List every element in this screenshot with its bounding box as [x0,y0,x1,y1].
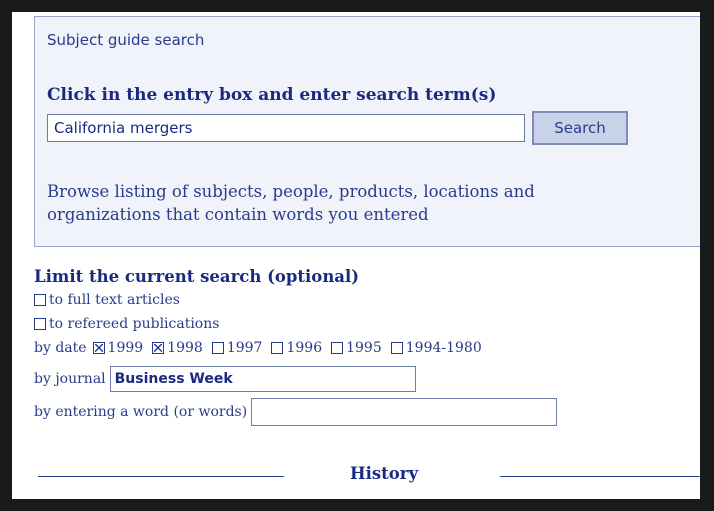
subject-guide-panel: Subject guide search Click in the entry … [34,16,700,247]
page-content: Subject guide search Click in the entry … [12,12,700,499]
browse-line-2: organizations that contain words you ent… [47,205,429,224]
date-checkbox-1996[interactable] [271,342,284,354]
words-input[interactable] [251,398,558,426]
history-heading: History [350,464,419,483]
refereed-option[interactable]: to refereed publications [34,316,219,332]
date-option-1995[interactable]: 1995 [331,340,382,356]
journal-filter-label: by journal [34,371,106,387]
words-filter-row: by entering a word (or words) [34,398,558,426]
history-divider-right [500,476,700,477]
words-filter-label: by entering a word (or words) [34,404,248,420]
date-filter-row: by date 1999 1998 1997 1996 1995 1994-19… [34,340,491,356]
date-option-1998[interactable]: 1998 [152,340,203,356]
date-option-1997[interactable]: 1997 [211,340,263,356]
date-checkbox-1998[interactable] [152,342,165,354]
date-option-1996[interactable]: 1996 [271,340,322,356]
limit-search-heading: Limit the current search (optional) [34,267,360,286]
date-option-1994-1980[interactable]: 1994-1980 [390,340,482,356]
date-checkbox-1997[interactable] [211,342,224,354]
history-divider-left [38,476,284,477]
search-input[interactable] [47,114,525,142]
date-label-1997: 1997 [226,340,263,356]
date-checkbox-1999[interactable] [92,342,105,354]
search-prompt: Click in the entry box and enter search … [47,85,497,105]
browse-line-1: Browse listing of subjects, people, prod… [47,182,535,201]
date-label-1994-1980: 1994-1980 [405,340,482,356]
panel-title: Subject guide search [47,31,205,49]
refereed-checkbox[interactable] [34,318,46,330]
refereed-label: to refereed publications [49,316,220,332]
date-checkbox-1994-1980[interactable] [390,342,403,354]
date-label-1996: 1996 [286,340,323,356]
window-frame: Subject guide search Click in the entry … [0,0,714,511]
history-section: History [34,464,700,488]
browse-description: Browse listing of subjects, people, prod… [47,180,647,226]
date-label-1995: 1995 [346,340,382,356]
journal-filter-row: by journal [34,366,416,392]
full-text-option[interactable]: to full text articles [34,292,180,308]
full-text-checkbox[interactable] [34,294,46,306]
date-checkbox-1995[interactable] [331,342,344,354]
date-label-1999: 1999 [107,340,144,356]
full-text-label: to full text articles [49,292,180,308]
date-label-1998: 1998 [167,340,203,356]
date-option-1999[interactable]: 1999 [92,340,144,356]
journal-input[interactable] [109,366,416,392]
search-button[interactable]: Search [532,111,628,145]
date-filter-label: by date [34,340,87,356]
